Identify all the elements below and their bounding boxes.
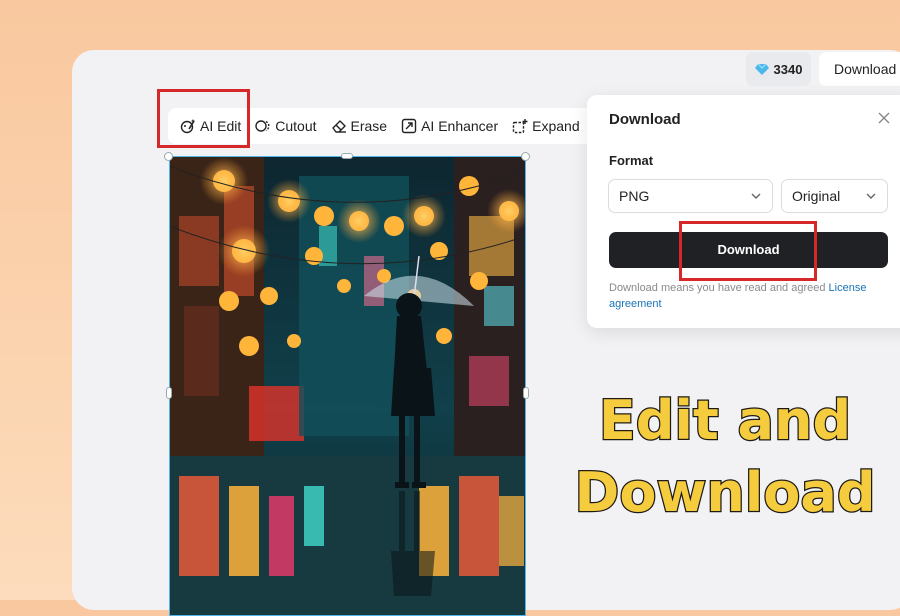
resize-handle-right[interactable] (523, 387, 529, 399)
credits-count: 3340 (773, 61, 803, 77)
cutout-icon (255, 120, 270, 132)
tool-label: Expand (532, 118, 580, 134)
enhance-icon (401, 118, 417, 134)
header-download-button[interactable]: Download (819, 52, 900, 86)
panel-title: Download (609, 111, 681, 128)
chevron-down-icon (866, 193, 876, 199)
edited-image[interactable] (169, 156, 526, 616)
format-label: Format (609, 153, 654, 168)
disclaimer-text: Download means you have read and agreed (609, 282, 826, 294)
chevron-down-icon (751, 193, 761, 199)
ai-edit-highlight (157, 89, 250, 148)
credits-badge[interactable]: 3340 (746, 52, 811, 86)
tool-expand[interactable]: Expand (512, 118, 580, 134)
expand-icon (512, 119, 528, 134)
resize-handle-top[interactable] (341, 153, 353, 159)
resize-handle-top-left[interactable] (164, 152, 173, 161)
resize-handle-top-right[interactable] (521, 152, 530, 161)
eraser-icon (331, 120, 346, 133)
caption-line-2: Download (573, 460, 876, 526)
tool-cutout[interactable]: Cutout (255, 118, 317, 134)
resize-handle-left[interactable] (166, 387, 172, 399)
caption-line-1: Edit and (598, 388, 853, 454)
download-panel: Download Format PNG Original Download Do… (587, 95, 900, 328)
tool-label: Cutout (275, 118, 317, 134)
rainy-street-illustration (169, 156, 526, 616)
tool-label: AI Enhancer (421, 118, 499, 134)
tool-ai-enhancer[interactable]: AI Enhancer (401, 118, 498, 134)
promo-caption: Edit and Download (560, 385, 890, 529)
format-select[interactable]: PNG (608, 179, 773, 213)
gem-icon (754, 63, 769, 75)
size-select[interactable]: Original (781, 179, 888, 213)
tool-erase[interactable]: Erase (331, 118, 388, 134)
download-button-highlight (679, 221, 817, 281)
download-disclaimer: Download means you have read and agreed … (609, 280, 899, 312)
format-value: PNG (619, 188, 650, 204)
tool-label: Erase (350, 118, 388, 134)
close-icon[interactable] (877, 111, 891, 125)
size-value: Original (792, 188, 841, 204)
